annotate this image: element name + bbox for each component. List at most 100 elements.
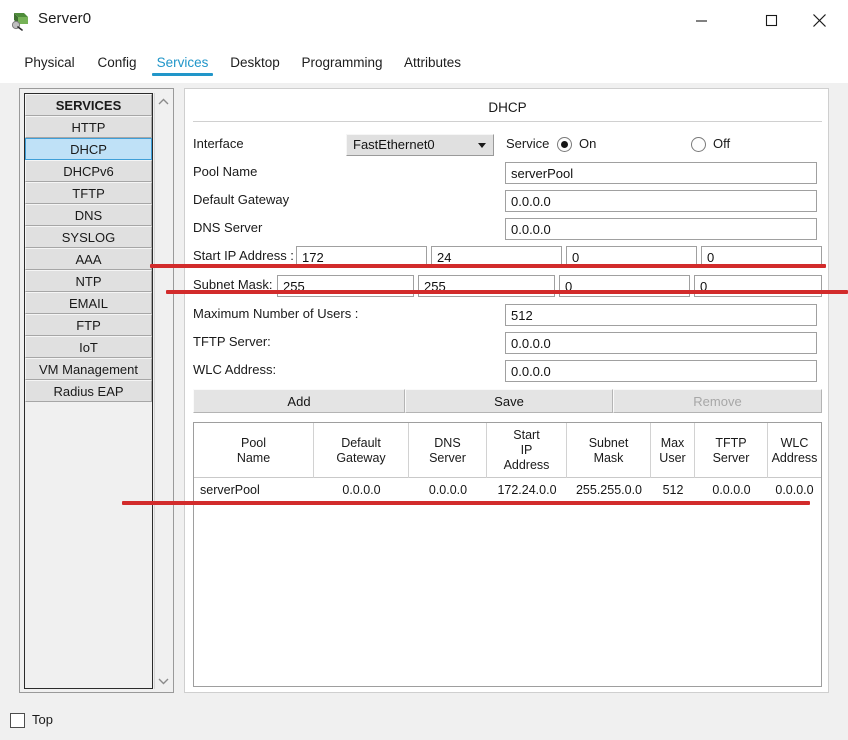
save-button-label: Save	[494, 393, 524, 409]
cell-pool-name: serverPool	[200, 483, 260, 497]
default-gateway-row: Default Gateway	[185, 190, 830, 212]
sidebar-item-dns[interactable]: DNS	[25, 204, 152, 226]
close-icon	[812, 14, 826, 27]
sidebar-item-dhcpv6[interactable]: DHCPv6	[25, 160, 152, 182]
interface-select-value: FastEthernet0	[353, 137, 435, 152]
add-button-label: Add	[287, 393, 311, 409]
pool-name-row: Pool Name	[185, 162, 830, 184]
sidebar-header-label: SERVICES	[55, 97, 122, 113]
tab-physical-label: Physical	[24, 54, 75, 70]
dns-server-input[interactable]	[505, 218, 817, 240]
sidebar-item-tftp[interactable]: TFTP	[25, 182, 152, 204]
sidebar-item-label: NTP	[75, 273, 102, 289]
table-header-row: Pool Name Default Gateway DNS Server Sta…	[194, 423, 821, 478]
pool-name-label: Pool Name	[193, 164, 258, 179]
sidebar-item-http[interactable]: HTTP	[25, 116, 152, 138]
sidebar-item-dhcp[interactable]: DHCP	[25, 138, 152, 160]
sidebar-item-syslog[interactable]: SYSLOG	[25, 226, 152, 248]
tab-programming-label: Programming	[301, 54, 383, 70]
service-on-label: On	[579, 136, 597, 151]
top-checkbox[interactable]	[10, 713, 25, 728]
interface-row: Interface FastEthernet0 Service On Off	[185, 134, 830, 156]
tftp-server-label: TFTP Server:	[193, 334, 271, 349]
service-off-label: Off	[713, 136, 731, 151]
main-tab-bar: Physical Config Services Desktop Program…	[0, 41, 848, 84]
cell-dns-server: 0.0.0.0	[428, 483, 468, 497]
minimize-button[interactable]	[678, 0, 724, 41]
tab-services[interactable]: Services	[152, 41, 213, 83]
table-header-max-user: Max User	[651, 423, 695, 478]
service-off-radio[interactable]	[691, 137, 706, 152]
tab-physical[interactable]: Physical	[19, 41, 80, 83]
table-header-wlc-address: WLC Address	[771, 435, 818, 465]
tab-config-label: Config	[97, 54, 137, 70]
remove-button[interactable]: Remove	[613, 389, 822, 413]
annotation-line-subnet-bottom	[166, 290, 848, 294]
table-header-default-gateway: Default Gateway	[314, 423, 409, 478]
sidebar-header: SERVICES	[25, 94, 152, 116]
sidebar-item-label: DHCPv6	[63, 163, 114, 179]
server-device-icon	[10, 9, 32, 31]
tab-desktop-label: Desktop	[230, 54, 280, 70]
tab-attributes[interactable]: Attributes	[398, 41, 467, 83]
save-button[interactable]: Save	[405, 389, 613, 413]
sidebar-item-vm-management[interactable]: VM Management	[25, 358, 152, 380]
table-header-pool-name: Pool Name	[194, 423, 314, 478]
sidebar-item-aaa[interactable]: AAA	[25, 248, 152, 270]
default-gateway-input[interactable]	[505, 190, 817, 212]
tab-config[interactable]: Config	[92, 41, 142, 83]
interface-select[interactable]: FastEthernet0	[346, 134, 494, 156]
wlc-address-row: WLC Address:	[185, 360, 830, 382]
tftp-server-input[interactable]	[505, 332, 817, 354]
chevron-up-icon[interactable]	[155, 93, 171, 110]
table-row[interactable]: serverPool 0.0.0.0 0.0.0.0 172.24.0.0 25…	[194, 478, 821, 502]
sidebar-item-email[interactable]: EMAIL	[25, 292, 152, 314]
table-header-start-ip-address: Start IP Address	[487, 423, 567, 478]
max-users-row: Maximum Number of Users :	[185, 304, 830, 326]
service-on-radio[interactable]	[557, 137, 572, 152]
table-header-dns-server: DNS Server	[409, 423, 487, 478]
sidebar-scrollbar[interactable]	[154, 93, 171, 689]
start-ip-label: Start IP Address :	[193, 248, 294, 263]
pool-name-input[interactable]	[505, 162, 817, 184]
dhcp-pool-table: Pool Name Default Gateway DNS Server Sta…	[193, 422, 822, 687]
sidebar-item-label: DHCP	[70, 141, 107, 157]
window-titlebar: Server0	[0, 0, 848, 41]
sidebar-item-label: AAA	[75, 251, 102, 267]
sidebar-item-ntp[interactable]: NTP	[25, 270, 152, 292]
remove-button-label: Remove	[693, 393, 742, 409]
wlc-address-input[interactable]	[505, 360, 817, 382]
cell-max-user: 512	[662, 483, 684, 497]
sidebar-item-ftp[interactable]: FTP	[25, 314, 152, 336]
table-header-tftp-server: TFTP Server	[695, 423, 768, 478]
chevron-down-icon[interactable]	[155, 672, 171, 689]
max-users-label: Maximum Number of Users :	[193, 306, 359, 321]
sidebar-item-label: TFTP	[72, 185, 105, 201]
sidebar-item-label: VM Management	[39, 361, 138, 377]
max-users-input[interactable]	[505, 304, 817, 326]
cell-default-gateway: 0.0.0.0	[342, 483, 381, 497]
tab-active-underline	[152, 73, 213, 76]
sidebar-item-iot[interactable]: IoT	[25, 336, 152, 358]
sidebar-item-label: HTTP	[71, 119, 106, 135]
dhcp-settings-panel: DHCP Interface FastEthernet0 Service On …	[184, 88, 829, 693]
action-button-row: Add Save Remove	[185, 389, 830, 413]
cell-subnet-mask: 255.255.0.0	[575, 483, 643, 497]
annotation-line-table-row	[122, 501, 810, 505]
tab-desktop[interactable]: Desktop	[227, 41, 283, 83]
close-button[interactable]	[796, 0, 842, 41]
panel-title: DHCP	[488, 100, 527, 115]
tab-programming[interactable]: Programming	[294, 41, 390, 83]
title-divider	[193, 121, 822, 122]
maximize-icon	[765, 14, 777, 27]
sidebar-item-label: SYSLOG	[61, 229, 116, 245]
wlc-address-label: WLC Address:	[193, 362, 277, 377]
add-button[interactable]: Add	[193, 389, 405, 413]
maximize-button[interactable]	[748, 0, 794, 41]
services-list: SERVICES HTTP DHCP DHCPv6 TFTP DNS SYSLO…	[24, 93, 153, 689]
sidebar-item-label: IoT	[79, 339, 98, 355]
window-title: Server0	[38, 10, 92, 27]
default-gateway-label: Default Gateway	[193, 192, 290, 207]
cell-wlc-address: 0.0.0.0	[775, 483, 814, 497]
sidebar-item-radius-eap[interactable]: Radius EAP	[25, 380, 152, 402]
